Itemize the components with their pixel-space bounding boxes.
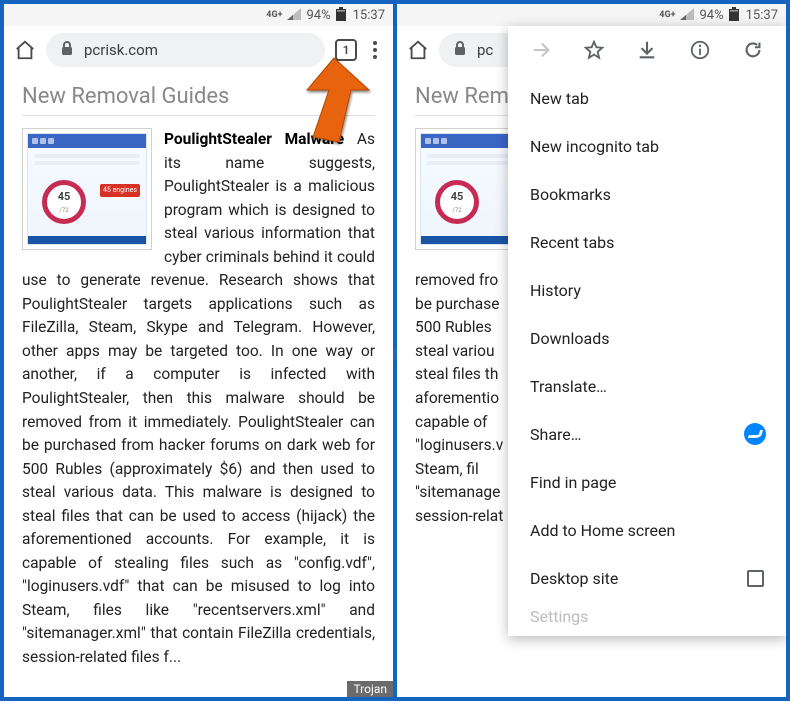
menu-label: Recent tabs [530,233,614,252]
menu-desktop-site[interactable]: Desktop site [508,554,786,602]
menu-new-incognito[interactable]: New incognito tab [508,122,786,170]
browser-toolbar: pcrisk.com 1 [4,26,393,74]
menu-label: New incognito tab [530,137,659,156]
menu-new-tab[interactable]: New tab [508,74,786,122]
battery-icon [729,7,739,24]
network-indicator: 4G+ [266,10,282,20]
menu-label: Find in page [530,473,616,492]
signal-icon [680,8,694,23]
url-text: pc [477,41,493,59]
menu-label: New tab [530,89,589,108]
menu-label: Settings [530,607,588,626]
clock: 15:37 [353,8,385,23]
tab-count-label: 1 [343,43,350,57]
left-screenshot: 4G+ 94% 15:37 pcrisk.com 1 [4,4,393,697]
menu-settings-partial[interactable]: Settings [508,602,786,630]
article-title: PoulightStealer Malware [164,130,344,148]
menu-label: Translate… [530,377,607,396]
menu-label: Desktop site [530,569,618,588]
checkbox-icon[interactable] [747,570,764,587]
forward-icon[interactable] [522,31,560,69]
page-content: New Removal Guides 45/72 45 engines Poul… [4,74,393,670]
menu-label: Bookmarks [530,185,611,204]
menu-add-to-home[interactable]: Add to Home screen [508,506,786,554]
home-icon[interactable] [407,39,429,61]
tab-switcher[interactable]: 1 [335,39,357,61]
lock-icon [453,40,467,60]
article-thumbnail: 45/72 45 engines [22,128,152,250]
download-icon[interactable] [628,31,666,69]
battery-percent: 94% [306,8,330,23]
menu-translate[interactable]: Translate… [508,362,786,410]
clock: 15:37 [746,8,778,23]
status-bar: 4G+ 94% 15:37 [4,4,393,26]
messenger-icon [744,423,766,445]
menu-label: Add to Home screen [530,521,675,540]
section-heading: New Removal Guides [22,84,375,116]
menu-top-actions [508,26,786,74]
menu-recent-tabs[interactable]: Recent tabs [508,218,786,266]
overflow-menu: New tab New incognito tab Bookmarks Rece… [508,26,786,636]
reload-icon[interactable] [734,31,772,69]
home-icon[interactable] [14,39,36,61]
signal-icon [287,8,301,23]
category-badge: Trojan [347,681,393,697]
menu-find-in-page[interactable]: Find in page [508,458,786,506]
battery-icon [336,7,346,24]
url-text: pcrisk.com [84,41,158,59]
overflow-menu-icon[interactable] [367,41,383,59]
menu-downloads[interactable]: Downloads [508,314,786,362]
lock-icon [60,40,74,60]
address-bar[interactable]: pcrisk.com [46,33,325,67]
menu-bookmarks[interactable]: Bookmarks [508,170,786,218]
menu-share[interactable]: Share… [508,410,786,458]
right-screenshot: 4G+ 94% 15:37 pc New Rem [397,4,786,697]
status-bar: 4G+ 94% 15:37 [397,4,786,26]
article-body: 45/72 45 engines PoulightStealer Malware… [22,128,375,670]
info-icon[interactable] [681,31,719,69]
menu-label: History [530,281,581,300]
menu-label: Downloads [530,329,609,348]
battery-percent: 94% [699,8,723,23]
menu-history[interactable]: History [508,266,786,314]
bookmark-star-icon[interactable] [575,31,613,69]
network-indicator: 4G+ [659,10,675,20]
menu-label: Share… [530,425,581,444]
